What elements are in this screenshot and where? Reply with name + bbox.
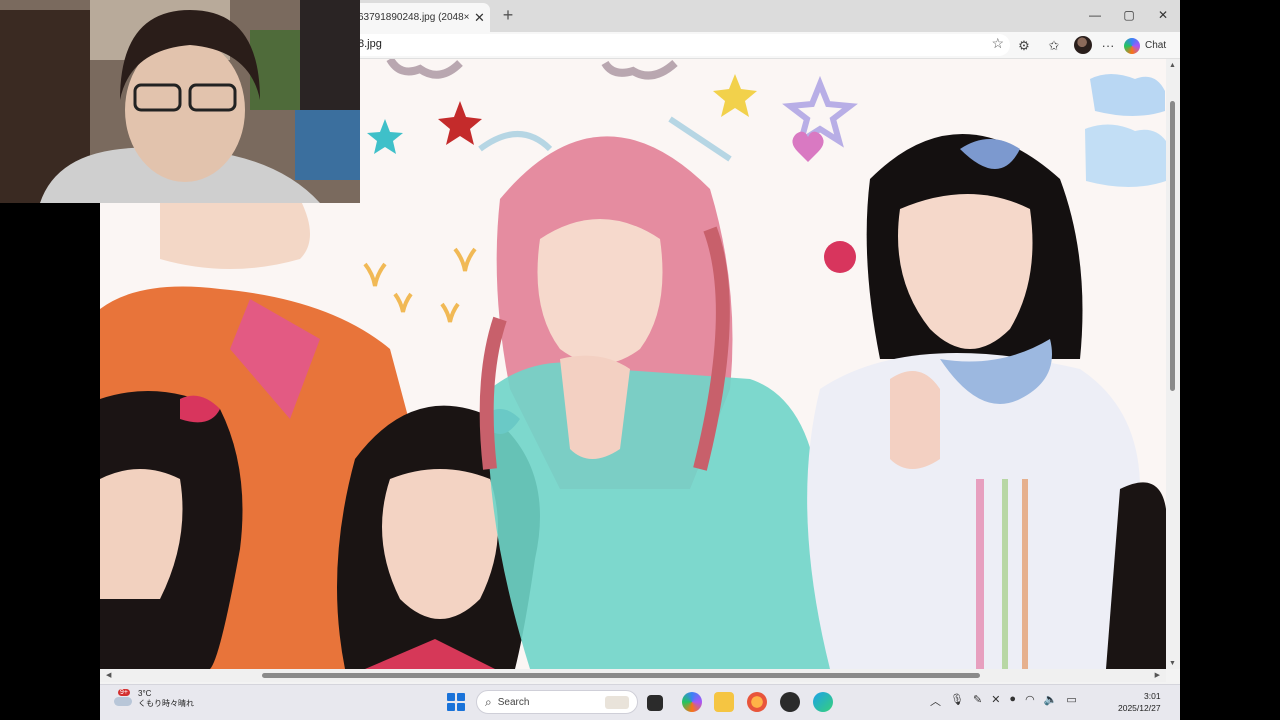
wifi-icon[interactable]: ◠ <box>1025 693 1035 709</box>
smiley-icon <box>824 241 856 273</box>
start-button[interactable] <box>447 693 465 711</box>
mic-icon[interactable]: 🎙 <box>950 693 964 709</box>
close-icon[interactable]: ✕ <box>991 693 1000 709</box>
cloud-icon <box>1085 124 1166 187</box>
cloud-icon <box>1090 74 1165 116</box>
vertical-scroll-thumb[interactable] <box>1170 101 1175 391</box>
pen-icon[interactable]: ✎ <box>973 693 982 709</box>
search-placeholder: Search <box>497 696 530 708</box>
weather-widget[interactable]: 9+ 3°C くもり時々晴れ <box>114 689 194 709</box>
scroll-left-icon[interactable]: ◀ <box>106 671 111 679</box>
weather-temp: 3°C <box>138 689 152 698</box>
copilot-chat-button[interactable]: Chat <box>1124 35 1166 56</box>
extensions-icon[interactable]: ⚙ <box>1014 36 1034 56</box>
profile-avatar[interactable] <box>1074 36 1092 54</box>
favorites-icon[interactable]: ✩ <box>1044 36 1064 56</box>
minimize-button[interactable]: — <box>1078 0 1112 30</box>
scroll-up-icon[interactable]: ▲ <box>1169 62 1176 69</box>
favorite-star-icon[interactable]: ☆ <box>991 35 1004 52</box>
tab-active[interactable]: 63791890248.jpg (2048×16... ✕ <box>350 3 490 32</box>
tab-title: 63791890248.jpg (2048×16... <box>358 12 470 23</box>
clock-date: 2025/12/27 <box>1118 703 1161 713</box>
copilot-app-icon[interactable] <box>682 692 702 712</box>
file-explorer-icon[interactable] <box>714 692 734 712</box>
copilot-icon <box>1124 37 1140 54</box>
horizontal-scroll-thumb[interactable] <box>262 673 980 678</box>
vertical-scrollbar[interactable]: ▲ ▼ <box>1166 59 1180 669</box>
search-icon: ⌕ <box>485 694 492 709</box>
taskbar-search[interactable]: ⌕ Search <box>476 690 638 714</box>
teams-icon[interactable]: ● <box>1009 693 1016 709</box>
horizontal-scrollbar[interactable]: ◀ ▶ <box>100 669 1166 682</box>
clock-time: 3:01 <box>1144 691 1161 701</box>
address-bar[interactable]: 8.jpg ☆ <box>340 34 1010 56</box>
system-tray: ︿ 🎙 ✎ ✕ ● ◠ 🔈 ▭ <box>930 693 1077 709</box>
windows-logo-icon <box>447 693 455 701</box>
tab-close-icon[interactable]: ✕ <box>474 10 485 26</box>
close-button[interactable]: ✕ <box>1146 0 1180 30</box>
app-icon-notification[interactable] <box>780 692 800 712</box>
weather-desc: くもり時々晴れ <box>138 699 194 708</box>
scroll-right-icon[interactable]: ▶ <box>1155 671 1160 679</box>
taskbar: 9+ 3°C くもり時々晴れ ⌕ Search ︿ 🎙 ✎ ✕ ● ◠ 🔈 ▭ … <box>100 684 1180 720</box>
search-highlight-icon <box>605 696 629 709</box>
chevron-up-icon[interactable]: ︿ <box>930 693 941 709</box>
copilot-label: Chat <box>1145 40 1167 51</box>
url-text: 8.jpg <box>358 38 382 50</box>
task-view-icon[interactable] <box>647 695 663 711</box>
webcam-overlay <box>0 0 360 203</box>
volume-icon[interactable]: 🔈 <box>1044 693 1058 709</box>
clock[interactable]: 3:01 2025/12/27 <box>1118 690 1161 714</box>
edge-icon[interactable] <box>813 692 833 712</box>
battery-icon[interactable]: ▭ <box>1066 693 1076 709</box>
new-tab-button[interactable]: + <box>496 5 520 27</box>
scroll-down-icon[interactable]: ▼ <box>1169 660 1176 667</box>
weather-badge: 9+ <box>118 689 130 696</box>
maximize-button[interactable]: ▢ <box>1112 0 1146 30</box>
firefox-icon[interactable] <box>747 692 767 712</box>
cloud-icon: 9+ <box>114 689 132 707</box>
more-menu-icon[interactable]: ··· <box>1098 36 1118 56</box>
